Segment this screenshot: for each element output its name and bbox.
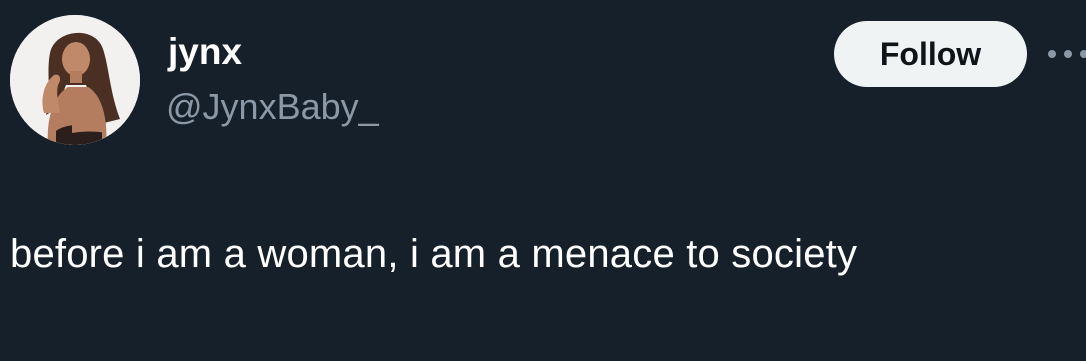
tweet-card: jynx @JynxBaby_ Follow before i am a wom… — [0, 0, 1086, 361]
display-name[interactable]: jynx — [168, 30, 242, 74]
user-handle[interactable]: @JynxBaby_ — [166, 85, 379, 129]
tweet-text: before i am a woman, i am a menace to so… — [10, 232, 858, 276]
follow-button[interactable]: Follow — [834, 21, 1027, 87]
profile-photo-icon — [10, 15, 140, 145]
ellipsis-dot — [1080, 50, 1086, 58]
ellipsis-dot — [1064, 50, 1072, 58]
avatar[interactable] — [10, 15, 140, 145]
ellipsis-dot — [1048, 50, 1056, 58]
ellipsis-icon[interactable] — [1044, 46, 1086, 62]
